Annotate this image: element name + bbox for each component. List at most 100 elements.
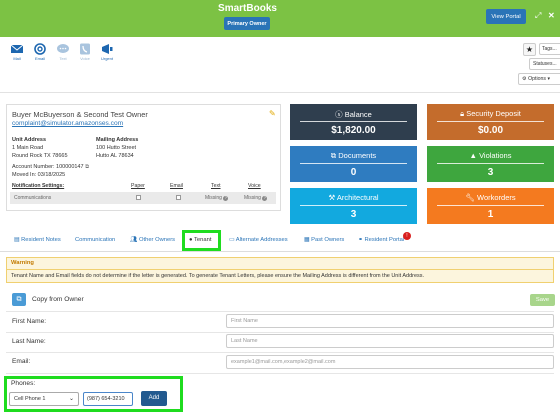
tab-bar: ▤ Resident Notes Communication 👥︎ Other … bbox=[0, 230, 560, 252]
notif-header-paper: Paper bbox=[131, 183, 145, 189]
unit-address-line1: 1 Main Road bbox=[12, 145, 44, 151]
tab-communication[interactable]: Communication bbox=[75, 237, 115, 243]
workorders-value: 1 bbox=[487, 209, 494, 220]
lock-icon: 🔒︎ bbox=[460, 109, 465, 118]
documents-value: 0 bbox=[350, 167, 357, 178]
violations-tile[interactable]: ▲ Violations 3 bbox=[427, 146, 554, 182]
save-button[interactable]: Save bbox=[530, 294, 555, 306]
tab-label: Past Owners bbox=[311, 237, 345, 243]
balance-value: $1,820.00 bbox=[331, 125, 376, 136]
mail-label: Mail bbox=[13, 56, 21, 61]
account-info: Account Number: 100000147 ⧉ Moved In: 03… bbox=[12, 163, 89, 179]
primary-owner-button[interactable]: Primary Owner bbox=[224, 17, 270, 30]
mailing-address: Mailing Address 100 Hutto Street Hutto A… bbox=[96, 136, 138, 160]
add-phone-button[interactable]: Add bbox=[141, 391, 167, 406]
tab-label: Resident Portal bbox=[364, 237, 405, 243]
tab-resident-portal[interactable]: ⚭ Resident Portal bbox=[358, 237, 404, 243]
first-name-label: First Name: bbox=[12, 318, 47, 325]
first-name-field[interactable] bbox=[226, 314, 554, 328]
notification-settings-label: Notification Settings: bbox=[12, 183, 65, 189]
tab-alternate-addresses[interactable]: ▭ Alternate Addresses bbox=[229, 237, 288, 243]
phones-label: Phones: bbox=[11, 380, 36, 387]
email-checkbox[interactable] bbox=[176, 195, 181, 200]
architectural-label: Architectural bbox=[336, 193, 379, 202]
question-icon[interactable]: ? bbox=[223, 196, 229, 201]
mailing-address-line2: Hutto AL 78634 bbox=[96, 153, 134, 159]
voice-label: Voice bbox=[80, 56, 90, 61]
phone-icon bbox=[80, 43, 90, 55]
tags-button[interactable]: Tags... bbox=[539, 43, 560, 55]
paper-checkbox[interactable] bbox=[136, 195, 141, 200]
architectural-value: 3 bbox=[350, 209, 357, 220]
link-icon: ⚭ bbox=[358, 237, 363, 243]
last-name-field[interactable] bbox=[226, 334, 554, 348]
last-name-label: Last Name: bbox=[12, 338, 46, 345]
notif-header-voice: Voice bbox=[248, 183, 261, 189]
urgent-button[interactable]: Urgent bbox=[98, 43, 116, 61]
tab-label: Other Owners bbox=[138, 237, 176, 243]
caret-down-icon: ▾ bbox=[547, 76, 551, 82]
expand-icon[interactable]: ⤢ bbox=[535, 11, 541, 21]
phone-number-field[interactable] bbox=[83, 392, 133, 406]
tab-other-owners[interactable]: 👥︎ Other Owners bbox=[130, 237, 175, 243]
dollar-icon: ⓢ bbox=[335, 110, 343, 119]
communication-toolbar: Mail Email Text Voice Urgent ★ Tags... S… bbox=[0, 37, 560, 93]
workorders-label: Workorders bbox=[477, 193, 516, 202]
at-sign-icon bbox=[34, 43, 46, 55]
balance-label: Balance bbox=[344, 110, 372, 119]
phone-type-select[interactable]: Cell Phone 1 ⌄ bbox=[9, 392, 79, 406]
copy-icon: ⧉ bbox=[16, 296, 22, 303]
copy-from-owner-label: Copy from Owner bbox=[32, 296, 84, 303]
chat-bubble-icon bbox=[57, 44, 69, 53]
moved-in-date: Moved In: 03/18/2025 bbox=[12, 172, 66, 178]
voice-button[interactable]: Voice bbox=[76, 43, 94, 61]
owner-card: Buyer McBuyerson & Second Test Owner com… bbox=[6, 104, 281, 211]
copy-icon[interactable]: ⧉ bbox=[85, 164, 89, 170]
wrench-icon: 🔧︎ bbox=[465, 193, 475, 202]
view-portal-button[interactable]: View Portal bbox=[486, 9, 526, 24]
warning-text: Tenant Name and Email fields do not dete… bbox=[11, 273, 425, 279]
megaphone-icon bbox=[102, 44, 113, 54]
account-number: Account Number: 100000147 bbox=[12, 164, 84, 170]
options-button[interactable]: ⚙ Options ▾ bbox=[518, 73, 560, 85]
favorite-button[interactable]: ★ bbox=[523, 43, 536, 56]
security-deposit-tile[interactable]: 🔒︎ Security Deposit $0.00 bbox=[427, 104, 554, 140]
violations-label: Violations bbox=[479, 151, 512, 160]
notif-row-label: Communications bbox=[14, 195, 52, 201]
tab-label: Resident Notes bbox=[21, 237, 61, 243]
copy-from-owner-button[interactable]: ⧉ bbox=[12, 293, 26, 306]
phone-type-value: Cell Phone 1 bbox=[14, 396, 46, 402]
email-field[interactable] bbox=[226, 355, 554, 369]
documents-label: Documents bbox=[338, 151, 377, 160]
resident-notes-icon: ▤ bbox=[14, 237, 20, 243]
pencil-icon[interactable]: ✎ bbox=[269, 109, 276, 118]
tenant-tab-highlight bbox=[182, 230, 221, 251]
security-deposit-value: $0.00 bbox=[477, 125, 504, 136]
mailing-address-line1: 100 Hutto Street bbox=[96, 145, 137, 151]
workorders-tile[interactable]: 🔧︎ Workorders 1 bbox=[427, 188, 554, 224]
gears-icon: ⚙ bbox=[522, 76, 527, 82]
hammer-icon: ⚒ bbox=[328, 193, 336, 202]
unit-address-line2: Round Rock TX 78665 bbox=[12, 153, 68, 159]
documents-tile[interactable]: ⧉ Documents 0 bbox=[290, 146, 417, 182]
owner-email-link[interactable]: complaint@simulator.amazonses.com bbox=[12, 120, 123, 127]
close-icon[interactable]: ✕ bbox=[548, 11, 555, 20]
app-title: SmartBooks bbox=[218, 3, 277, 14]
tab-label: Alternate Addresses bbox=[235, 237, 288, 243]
architectural-tile[interactable]: ⚒ Architectural 3 bbox=[290, 188, 417, 224]
owner-name: Buyer McBuyerson & Second Test Owner bbox=[12, 110, 148, 119]
warning-icon: ▲ bbox=[469, 151, 477, 160]
tab-resident-notes[interactable]: ▤ Resident Notes bbox=[14, 237, 61, 243]
statuses-button[interactable]: Statuses... bbox=[529, 58, 560, 70]
text-status: Missing bbox=[205, 195, 222, 201]
voice-status: Missing bbox=[244, 195, 261, 201]
mail-button[interactable]: Mail bbox=[8, 43, 26, 61]
tab-past-owners[interactable]: ▦ Past Owners bbox=[304, 237, 344, 243]
unit-address: Unit Address 1 Main Road Round Rock TX 7… bbox=[12, 136, 68, 160]
balance-tile[interactable]: ⓢ Balance $1,820.00 bbox=[290, 104, 417, 140]
question-icon[interactable]: ? bbox=[262, 196, 268, 201]
security-deposit-label: Security Deposit bbox=[466, 109, 521, 118]
text-button[interactable]: Text bbox=[54, 43, 72, 61]
star-icon: ★ bbox=[525, 45, 534, 54]
email-button[interactable]: Email bbox=[31, 43, 49, 61]
